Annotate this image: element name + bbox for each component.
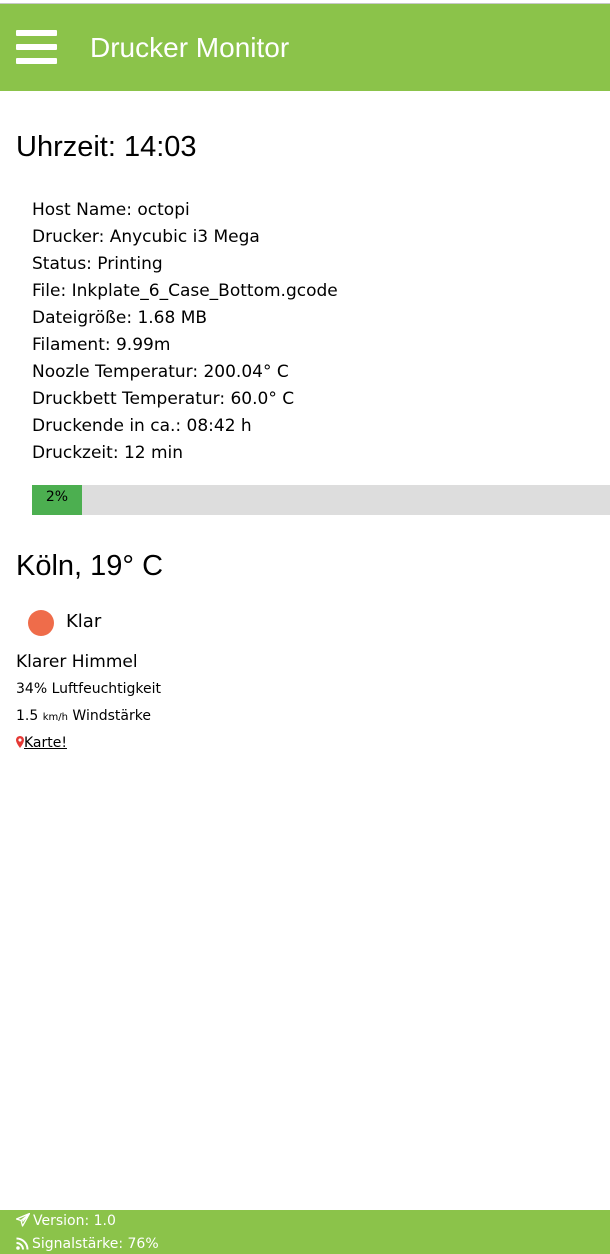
app-header: Drucker Monitor bbox=[0, 3, 610, 91]
info-printer-model: Drucker: Anycubic i3 Mega bbox=[32, 227, 260, 247]
wind-label: Windstärke bbox=[72, 708, 151, 724]
humidity-text: 34% Luftfeuchtigkeit bbox=[16, 681, 162, 697]
footer-version: Version: 1.0 bbox=[15, 1211, 116, 1231]
wind-text: 1.5 km/h Windstärke bbox=[16, 706, 151, 728]
info-bed-temperature: Druckbett Temperatur: 60.0° C bbox=[32, 389, 295, 409]
weather-heading: Köln, 19° C bbox=[16, 550, 164, 582]
info-print-end: Druckende in ca.: 08:42 h bbox=[32, 416, 252, 436]
time-heading: Uhrzeit: 14:03 bbox=[16, 131, 197, 163]
wind-value: 1.5 bbox=[16, 708, 39, 724]
version-text: Version: 1.0 bbox=[33, 1213, 116, 1229]
app-title: Drucker Monitor bbox=[90, 32, 290, 63]
sun-icon bbox=[28, 610, 54, 636]
print-progress-bar: 2% bbox=[32, 485, 610, 515]
signal-text: Signalstärke: 76% bbox=[32, 1236, 159, 1252]
info-status: Status: Printing bbox=[32, 254, 163, 274]
rss-signal-icon bbox=[16, 1237, 29, 1250]
info-nozzle-temperature: Noozle Temperatur: 200.04° C bbox=[32, 362, 289, 382]
weather-condition: Klar bbox=[66, 611, 102, 632]
info-filament: Filament: 9.99m bbox=[32, 335, 171, 355]
hamburger-menu-icon[interactable] bbox=[16, 30, 57, 66]
info-file: File: Inkplate_6_Case_Bottom.gcode bbox=[32, 281, 338, 301]
app-footer: Version: 1.0 Signalstärke: 76% bbox=[0, 1210, 610, 1254]
progress-label: 2% bbox=[45, 489, 69, 505]
printer-info-list: Host Name: octopi Drucker: Anycubic i3 M… bbox=[32, 197, 338, 467]
info-file-size: Dateigröße: 1.68 MB bbox=[32, 308, 208, 328]
map-link[interactable]: Karte! bbox=[16, 733, 67, 753]
map-link-label: Karte! bbox=[24, 735, 67, 751]
info-host-name: Host Name: octopi bbox=[32, 200, 190, 220]
paper-plane-icon bbox=[15, 1212, 31, 1227]
map-marker-icon bbox=[16, 736, 24, 748]
wind-unit: km/h bbox=[42, 712, 68, 723]
footer-signal: Signalstärke: 76% bbox=[16, 1234, 159, 1254]
info-print-time: Druckzeit: 12 min bbox=[32, 443, 184, 463]
weather-description: Klarer Himmel bbox=[16, 652, 138, 672]
